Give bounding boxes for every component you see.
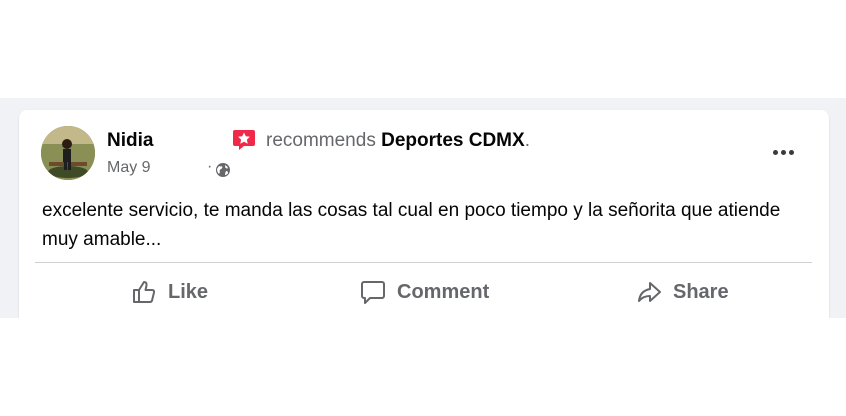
share-arrow-icon — [638, 282, 661, 302]
more-dot-icon — [772, 149, 778, 155]
actions-divider — [35, 262, 812, 263]
recommendation-line: recommends Deportes CDMX. — [266, 130, 530, 152]
globe-icon — [216, 163, 230, 177]
comment-button[interactable]: Comment — [359, 274, 489, 310]
avatar-image — [41, 126, 95, 180]
more-options-button[interactable] — [767, 142, 799, 162]
more-dot-icon — [788, 149, 794, 155]
share-label: Share — [673, 280, 729, 303]
thumbs-up-icon — [133, 281, 156, 303]
post-text: excelente servicio, te manda las cosas t… — [42, 200, 781, 250]
comment-label: Comment — [397, 280, 490, 303]
comment-icon — [361, 281, 385, 304]
like-button[interactable]: Like — [130, 274, 208, 310]
share-button[interactable]: Share — [635, 274, 729, 310]
meta-separator: · — [207, 158, 213, 175]
post-card: Nidia recommends Deportes CDMX. May 9 · … — [19, 110, 829, 340]
page-bottom-whitespace — [0, 318, 846, 416]
page-name-link[interactable]: Deportes CDMX — [381, 130, 525, 151]
avatar[interactable] — [41, 126, 95, 180]
author-name[interactable]: Nidia — [107, 130, 153, 152]
more-dot-icon — [780, 149, 786, 155]
page-name-suffix: . — [524, 130, 530, 151]
recommends-text: recommends — [266, 130, 376, 151]
post-date[interactable]: May 9 — [107, 159, 151, 177]
like-label: Like — [168, 280, 209, 303]
recommendation-star-icon — [233, 130, 255, 150]
